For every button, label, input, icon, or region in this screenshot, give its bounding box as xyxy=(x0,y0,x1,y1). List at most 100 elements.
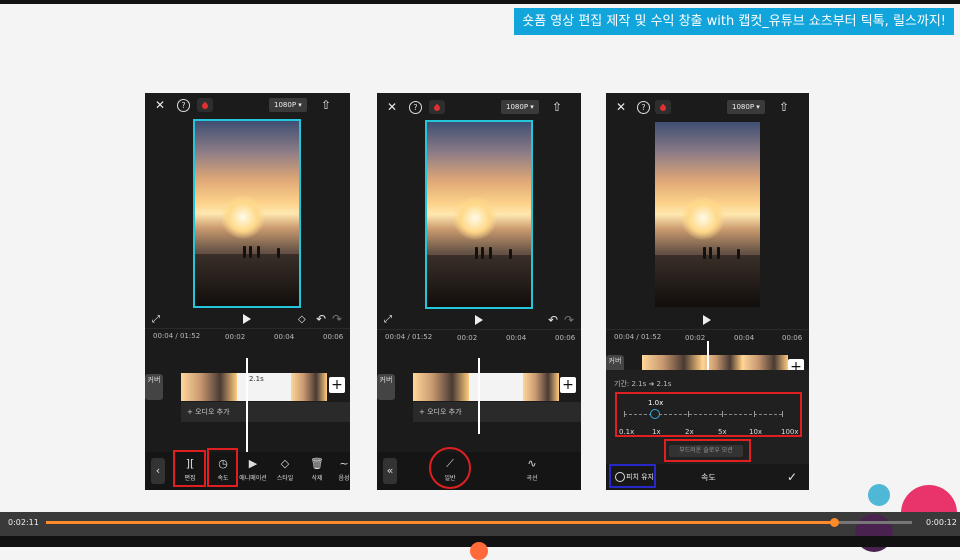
person-silhouette xyxy=(249,245,252,258)
highlight-normal-tool xyxy=(429,447,471,489)
person-silhouette xyxy=(257,245,260,258)
double-back-button[interactable]: « xyxy=(383,458,397,484)
tool-curve-speed[interactable]: ∿ 곡선 xyxy=(517,452,547,482)
resolution-dropdown[interactable]: 1080P ▾ xyxy=(727,100,765,114)
decor-bubble-orange xyxy=(470,542,488,560)
check-icon[interactable]: ✓ xyxy=(787,470,797,484)
playhead[interactable] xyxy=(246,358,248,463)
close-icon[interactable]: ✕ xyxy=(616,100,626,114)
export-icon[interactable]: ⇧ xyxy=(321,98,331,112)
rocks xyxy=(427,255,531,307)
time-marker: 00:02 xyxy=(225,333,246,341)
resolution-dropdown[interactable]: 1080P ▾ xyxy=(501,100,539,114)
title-banner: 숏폼 영상 편집 제작 및 수익 창출 with 캡컷_유튜브 쇼츠부터 틱톡,… xyxy=(514,8,954,35)
time-marker: 00:04 xyxy=(506,334,527,342)
add-audio-track[interactable]: + 오디오 추가 xyxy=(413,402,581,422)
close-icon[interactable]: ✕ xyxy=(155,98,165,112)
time-marker: 00:06 xyxy=(782,334,803,342)
highlight-pitch-toggle xyxy=(609,464,656,488)
drop-icon[interactable] xyxy=(655,100,671,114)
divider xyxy=(377,329,581,330)
time-marker: 00:02 xyxy=(457,334,478,342)
export-icon[interactable]: ⇧ xyxy=(552,100,562,114)
phone-screenshot-speed-menu: ✕ ? 1080P ▾ ⇧ ⤢ ↶ ↷ 00:04 / 01:52 00:02 … xyxy=(377,93,581,490)
current-time: 0:02:11 xyxy=(8,518,39,527)
undo-icon[interactable]: ↶ xyxy=(316,312,326,326)
drop-icon[interactable] xyxy=(197,98,213,112)
rocks xyxy=(655,255,760,307)
time-marker: 00:06 xyxy=(323,333,344,341)
speed-toolbar: « ⟋ 일반 ∿ 곡선 xyxy=(377,452,581,490)
keyframe-icon[interactable]: ◇ xyxy=(298,313,306,327)
cube-icon: ◇ xyxy=(280,457,290,470)
export-icon[interactable]: ⇧ xyxy=(779,100,789,114)
fullscreen-icon[interactable]: ⤢ xyxy=(384,313,392,327)
tool-delete[interactable]: 🗑 삭제 xyxy=(302,452,332,482)
redo-icon[interactable]: ↷ xyxy=(564,313,574,327)
clip-thumbnails[interactable] xyxy=(291,373,327,401)
timecode: 00:04 / 01:52 xyxy=(614,333,662,341)
tool-animation[interactable]: ▶ 애니메이션 xyxy=(238,452,268,482)
cover-button[interactable]: 커버 xyxy=(377,374,395,400)
divider xyxy=(145,328,350,329)
undo-icon[interactable]: ↶ xyxy=(548,313,558,327)
person-silhouette xyxy=(737,248,740,259)
cover-button[interactable]: 커버 xyxy=(145,374,163,400)
video-preview xyxy=(193,119,301,308)
trash-icon: 🗑 xyxy=(310,457,324,470)
person-silhouette xyxy=(243,245,246,258)
total-time: 0:00:12 xyxy=(926,518,957,527)
person-silhouette xyxy=(489,246,492,259)
fullscreen-icon[interactable]: ⤢ xyxy=(152,313,160,327)
duration-label: 기간: 2.1s ➜ 2.1s xyxy=(614,380,672,388)
time-marker: 00:02 xyxy=(685,334,706,342)
play-icon[interactable] xyxy=(475,315,483,325)
time-marker: 00:04 xyxy=(274,333,295,341)
highlight-speed-slider xyxy=(615,392,802,437)
close-icon[interactable]: ✕ xyxy=(387,100,397,114)
resolution-dropdown[interactable]: 1080P ▾ xyxy=(269,98,307,112)
top-border xyxy=(0,0,960,4)
help-icon[interactable]: ? xyxy=(637,101,650,114)
tool-voice[interactable]: ~ 음성 xyxy=(329,452,350,482)
tool-style[interactable]: ◇ 스타일 xyxy=(270,452,300,482)
highlight-smooth-button xyxy=(664,439,751,462)
seek-progress xyxy=(46,521,834,524)
play-icon[interactable] xyxy=(703,315,711,325)
time-marker: 00:06 xyxy=(555,334,576,342)
seek-handle[interactable] xyxy=(830,518,839,527)
panel-title: 속도 xyxy=(701,473,716,482)
clip-duration-badge: 2.1s xyxy=(249,375,264,383)
person-silhouette xyxy=(509,248,512,259)
person-silhouette xyxy=(481,246,484,259)
add-clip-button[interactable]: + xyxy=(560,377,576,393)
clip-thumbnails[interactable] xyxy=(181,373,237,401)
playhead[interactable] xyxy=(478,358,480,434)
player-bar xyxy=(0,512,960,536)
video-preview xyxy=(655,122,760,307)
person-silhouette xyxy=(703,246,706,259)
divider xyxy=(606,329,809,330)
clip-thumbnails[interactable] xyxy=(523,373,559,401)
redo-icon[interactable]: ↷ xyxy=(332,312,342,326)
drop-icon[interactable] xyxy=(429,100,445,114)
timecode: 00:04 / 01:52 xyxy=(385,333,433,341)
add-audio-track[interactable]: + 오디오 추가 xyxy=(181,402,350,422)
play-icon[interactable] xyxy=(243,314,251,324)
playhead[interactable] xyxy=(707,341,709,371)
sun-glow xyxy=(681,196,726,240)
decor-bubble-blue xyxy=(868,484,890,506)
highlight-speed-tool xyxy=(207,448,238,487)
person-silhouette xyxy=(709,246,712,259)
highlight-edit-tool xyxy=(173,450,206,487)
person-silhouette xyxy=(277,247,280,258)
add-clip-button[interactable]: + xyxy=(329,377,345,393)
help-icon[interactable]: ? xyxy=(177,99,190,112)
clip-thumbnails[interactable] xyxy=(413,373,469,401)
help-icon[interactable]: ? xyxy=(409,101,422,114)
voice-icon: ~ xyxy=(339,457,349,470)
back-button[interactable]: ‹ xyxy=(151,458,165,484)
time-marker: 00:04 xyxy=(734,334,755,342)
phone-screenshot-edit: ✕ ? 1080P ▾ ⇧ ⤢ ◇ ↶ ↷ 00:04 / 01:52 00:0… xyxy=(145,93,350,490)
rocks xyxy=(195,254,299,306)
